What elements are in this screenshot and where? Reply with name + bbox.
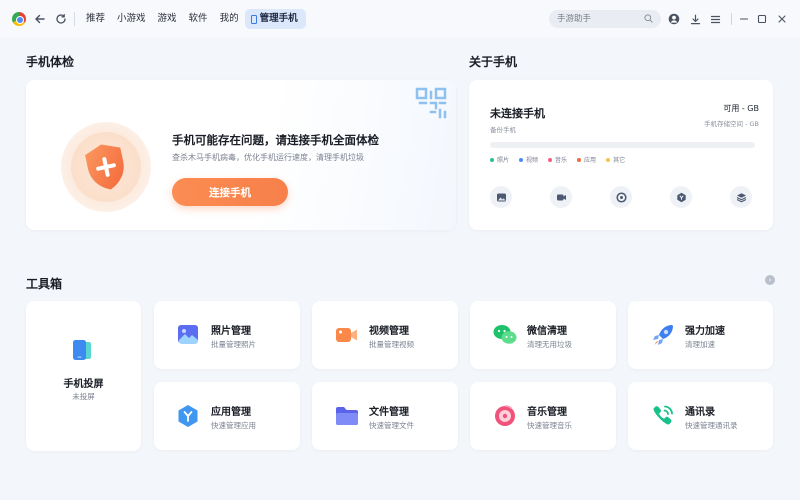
- music-icon[interactable]: [610, 186, 632, 208]
- tab-recommend[interactable]: 推荐: [80, 9, 111, 29]
- qr-code-icon[interactable]: [414, 86, 448, 120]
- user-icon[interactable]: [666, 11, 682, 27]
- section-title-about: 关于手机: [469, 55, 518, 69]
- legend-music: 音乐: [548, 155, 567, 164]
- legend-dot: [519, 157, 524, 162]
- search-box[interactable]: [549, 10, 661, 28]
- search-input[interactable]: [557, 14, 641, 24]
- phone-icon: [250, 14, 257, 24]
- tool-subtitle: 快速管理应用: [211, 421, 256, 430]
- legend-apps: 应用: [577, 155, 596, 164]
- legend-videos: 视频: [519, 155, 538, 164]
- phone-call-icon: [653, 405, 673, 425]
- connect-phone-button[interactable]: 连接手机: [172, 178, 288, 206]
- app-logo-icon: [12, 12, 26, 26]
- tool-subtitle: 批量管理视频: [369, 340, 414, 349]
- refresh-icon[interactable]: [53, 11, 69, 27]
- close-icon[interactable]: [774, 11, 790, 27]
- back-arrow-icon[interactable]: [32, 11, 48, 27]
- storage-space-label: 手机存储空间 - GB: [704, 120, 759, 128]
- storage-bar: [490, 142, 755, 148]
- tool-music-manager[interactable]: 音乐管理 快速管理音乐: [470, 382, 616, 450]
- about-phone-card: 未连接手机 备份手机 可用 - GB 手机存储空间 - GB 照片 视频 音乐 …: [469, 80, 773, 230]
- tool-title: 强力加速: [685, 326, 725, 337]
- tool-screen-cast[interactable]: 手机投屏 未投屏: [26, 301, 141, 451]
- video-manager-icon: [336, 328, 357, 342]
- tool-wechat-clean[interactable]: 微信清理 清理无用垃圾: [470, 301, 616, 369]
- tool-video-manager[interactable]: 视频管理 批量管理视频: [312, 301, 458, 369]
- maximize-icon[interactable]: [754, 11, 770, 27]
- menu-icon[interactable]: [707, 11, 723, 27]
- tool-title: 音乐管理: [527, 407, 567, 418]
- phone-status-title: 未连接手机: [490, 107, 545, 120]
- app-manager-icon: [178, 405, 198, 427]
- tool-title: 手机投屏: [63, 379, 104, 390]
- wechat-icon: [493, 325, 517, 344]
- quick-action-icons: [490, 186, 752, 208]
- photo-manager-icon: [178, 325, 198, 344]
- tool-subtitle: 批量管理照片: [211, 340, 256, 349]
- tool-subtitle: 清理无用垃圾: [527, 340, 572, 349]
- tool-contacts[interactable]: 通讯录 快速管理通讯录: [628, 382, 773, 450]
- tool-title: 应用管理: [211, 407, 251, 418]
- legend-dot: [577, 157, 582, 162]
- storage-legend: 照片 视频 音乐 应用 其它: [490, 155, 625, 164]
- checkup-subtitle: 查杀木马手机病毒，优化手机运行速度，清理手机垃圾: [172, 153, 364, 162]
- legend-dot: [490, 157, 494, 162]
- layers-icon[interactable]: [730, 186, 752, 208]
- tool-app-manager[interactable]: 应用管理 快速管理应用: [154, 382, 300, 450]
- app-icon[interactable]: [670, 186, 692, 208]
- search-icon[interactable]: [644, 14, 653, 23]
- legend-dot: [548, 157, 553, 162]
- tool-title: 微信清理: [527, 326, 567, 337]
- section-title-checkup: 手机体检: [26, 55, 75, 69]
- tool-subtitle: 快速管理通讯录: [685, 421, 738, 430]
- window-divider: [731, 13, 732, 25]
- tool-photo-manager[interactable]: 照片管理 批量管理照片: [154, 301, 300, 369]
- legend-dot: [606, 157, 611, 162]
- shield-icon: [85, 144, 124, 190]
- tool-subtitle: 清理加速: [685, 340, 715, 349]
- tool-title: 照片管理: [211, 326, 251, 337]
- tool-title: 文件管理: [369, 407, 409, 418]
- tool-subtitle: 未投屏: [72, 392, 95, 401]
- minimize-icon[interactable]: [736, 11, 752, 27]
- available-storage: 可用 - GB: [723, 104, 759, 113]
- tool-title: 通讯录: [685, 407, 715, 418]
- video-icon[interactable]: [550, 186, 572, 208]
- legend-other: 其它: [606, 155, 625, 164]
- tool-subtitle: 快速管理文件: [369, 421, 414, 430]
- tool-power-boost[interactable]: 强力加速 清理加速: [628, 301, 773, 369]
- tab-manage-phone[interactable]: 管理手机: [244, 9, 306, 29]
- photo-icon[interactable]: [490, 186, 512, 208]
- title-bar: 推荐 小游戏 游戏 软件 我的 管理手机: [0, 0, 800, 38]
- tool-title: 视频管理: [369, 326, 409, 337]
- legend-photos: 照片: [490, 155, 509, 164]
- tab-mine[interactable]: 我的: [214, 9, 245, 29]
- top-nav: 推荐 小游戏 游戏 软件 我的 管理手机: [80, 9, 306, 29]
- backup-phone-link[interactable]: 备份手机: [490, 124, 516, 134]
- tab-manage-phone-label: 管理手机: [259, 13, 298, 24]
- checkup-title: 手机可能存在问题，请连接手机全面体检: [172, 133, 379, 147]
- folder-icon: [336, 407, 358, 425]
- nav-divider: [74, 12, 75, 26]
- toolbox-more-button[interactable]: ›: [765, 275, 775, 285]
- rocket-icon: [653, 325, 673, 345]
- screen-cast-icon: [73, 340, 91, 360]
- download-icon[interactable]: [687, 11, 703, 27]
- shield-illustration: [61, 122, 151, 212]
- section-title-toolbox: 工具箱: [26, 277, 63, 291]
- tab-software[interactable]: 软件: [183, 9, 214, 29]
- tool-subtitle: 快速管理音乐: [527, 421, 572, 430]
- checkup-card: 手机可能存在问题，请连接手机全面体检 查杀木马手机病毒，优化手机运行速度，清理手…: [26, 80, 456, 230]
- tool-file-manager[interactable]: 文件管理 快速管理文件: [312, 382, 458, 450]
- tab-mini-games[interactable]: 小游戏: [111, 9, 152, 29]
- tab-games[interactable]: 游戏: [152, 9, 183, 29]
- music-manager-icon: [495, 405, 515, 426]
